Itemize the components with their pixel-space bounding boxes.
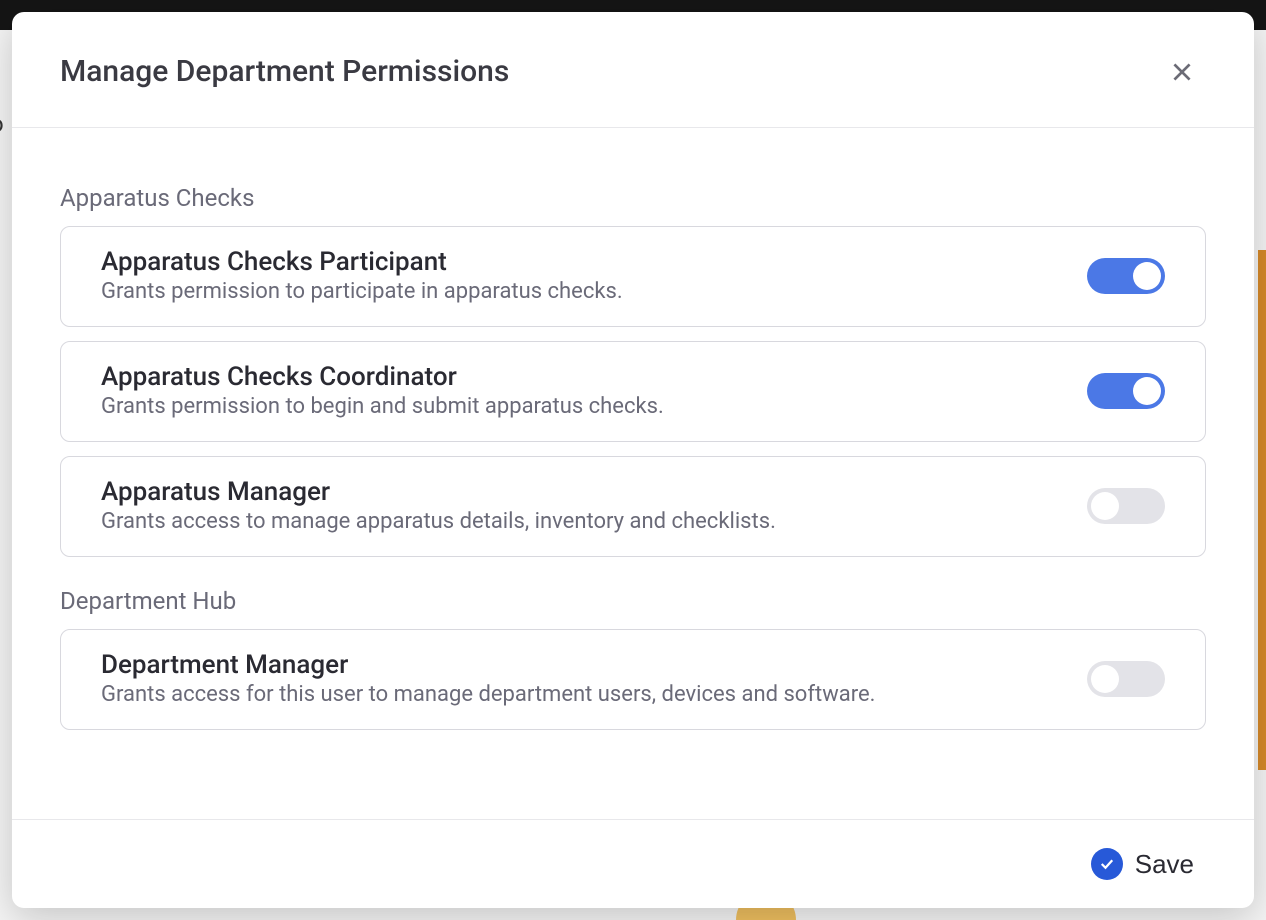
permission-text: Apparatus Checks Participant Grants perm… [101, 247, 1067, 304]
permission-title: Department Manager [101, 650, 1067, 680]
permission-description: Grants access to manage apparatus detail… [101, 509, 1067, 534]
close-button[interactable] [1166, 56, 1198, 88]
save-button[interactable]: Save [1091, 848, 1194, 880]
toggle-apparatus-participant[interactable] [1087, 258, 1165, 294]
modal-title: Manage Department Permissions [60, 54, 509, 89]
permission-description: Grants permission to begin and submit ap… [101, 394, 1067, 419]
permission-description: Grants permission to participate in appa… [101, 279, 1067, 304]
toggle-knob [1091, 492, 1119, 520]
permission-card-apparatus-manager: Apparatus Manager Grants access to manag… [60, 456, 1206, 557]
permission-text: Apparatus Manager Grants access to manag… [101, 477, 1067, 534]
toggle-knob [1091, 665, 1119, 693]
toggle-knob [1133, 262, 1161, 290]
toggle-department-manager[interactable] [1087, 661, 1165, 697]
close-icon [1169, 59, 1195, 85]
permission-card-department-manager: Department Manager Grants access for thi… [60, 629, 1206, 730]
permission-card-apparatus-coordinator: Apparatus Checks Coordinator Grants perm… [60, 341, 1206, 442]
permission-title: Apparatus Checks Participant [101, 247, 1067, 277]
permission-card-apparatus-participant: Apparatus Checks Participant Grants perm… [60, 226, 1206, 327]
section-department-hub: Department Hub Department Manager Grants… [60, 587, 1206, 730]
permission-text: Department Manager Grants access for thi… [101, 650, 1067, 707]
toggle-knob [1133, 377, 1161, 405]
modal-body: Apparatus Checks Apparatus Checks Partic… [12, 128, 1254, 819]
section-apparatus-checks: Apparatus Checks Apparatus Checks Partic… [60, 184, 1206, 557]
toggle-apparatus-manager[interactable] [1087, 488, 1165, 524]
permission-text: Apparatus Checks Coordinator Grants perm… [101, 362, 1067, 419]
permission-description: Grants access for this user to manage de… [101, 682, 1067, 707]
background-accent [1258, 250, 1266, 770]
modal-header: Manage Department Permissions [12, 12, 1254, 128]
permission-title: Apparatus Manager [101, 477, 1067, 507]
check-circle-icon [1091, 848, 1123, 880]
permissions-modal: Manage Department Permissions Apparatus … [12, 12, 1254, 908]
section-title: Apparatus Checks [60, 184, 1206, 212]
permission-title: Apparatus Checks Coordinator [101, 362, 1067, 392]
toggle-apparatus-coordinator[interactable] [1087, 373, 1165, 409]
section-title: Department Hub [60, 587, 1206, 615]
background-text: o [0, 110, 4, 138]
modal-footer: Save [12, 819, 1254, 908]
save-label: Save [1135, 849, 1194, 880]
